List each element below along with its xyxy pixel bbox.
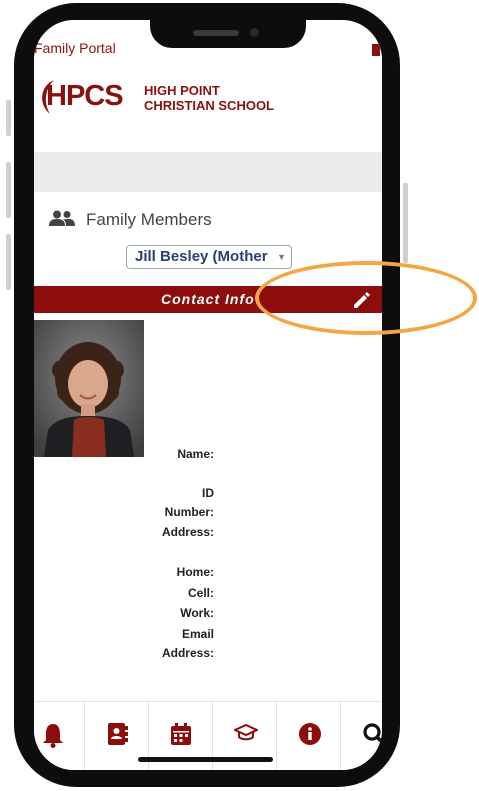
chevron-down-icon: ▼ <box>277 252 286 262</box>
menu-icon[interactable] <box>372 44 380 56</box>
app-screen: Family Portal HPCS HIGH POINT CHRISTIAN … <box>34 20 382 770</box>
calendar-icon <box>171 723 191 745</box>
speaker-grille <box>193 30 239 36</box>
home-indicator <box>138 757 273 762</box>
edit-highlight-ring <box>255 261 477 335</box>
phone-notch <box>150 13 306 48</box>
family-members-label: Family Members <box>86 210 212 229</box>
school-logo: HPCS HIGH POINT CHRISTIAN SCHOOL <box>34 72 382 152</box>
address-book-icon <box>108 723 128 745</box>
family-member-select[interactable]: Jill Besley (Mother ▼ <box>126 245 292 269</box>
email-label-line-1: Email <box>181 627 214 641</box>
email-label-line-2: Address: <box>161 646 214 660</box>
work-phone-label: Work: <box>180 606 214 620</box>
id-label-line-2: Number: <box>164 505 214 519</box>
mute-switch <box>6 100 11 136</box>
front-camera <box>250 28 259 37</box>
nav-notifications[interactable] <box>34 702 85 770</box>
address-label: Address: <box>161 525 214 539</box>
search-icon <box>363 723 382 745</box>
contact-info-label: Contact Info <box>161 291 255 307</box>
bell-icon <box>43 724 63 748</box>
people-icon <box>49 210 75 226</box>
nav-search[interactable] <box>340 702 382 770</box>
app-title: Family Portal <box>34 40 116 56</box>
logo-school-line-2: CHRISTIAN SCHOOL <box>144 98 274 113</box>
logo-school-line-1: HIGH POINT <box>144 83 220 98</box>
selected-member: Jill Besley (Mother <box>135 248 268 265</box>
volume-up-button <box>6 162 11 218</box>
logo-school-name: HIGH POINT CHRISTIAN SCHOOL <box>144 83 274 113</box>
id-label-line-1: ID <box>202 486 214 500</box>
home-phone-label: Home: <box>176 565 214 579</box>
graduation-cap-icon <box>234 723 258 741</box>
power-button <box>403 183 408 263</box>
info-icon <box>299 723 321 745</box>
logo-abbreviation: HPCS <box>46 80 124 112</box>
cell-phone-label: Cell: <box>187 586 214 600</box>
name-label: Name: <box>177 447 214 461</box>
member-photo <box>34 320 144 457</box>
volume-down-button <box>6 234 11 290</box>
nav-info[interactable] <box>276 702 341 770</box>
